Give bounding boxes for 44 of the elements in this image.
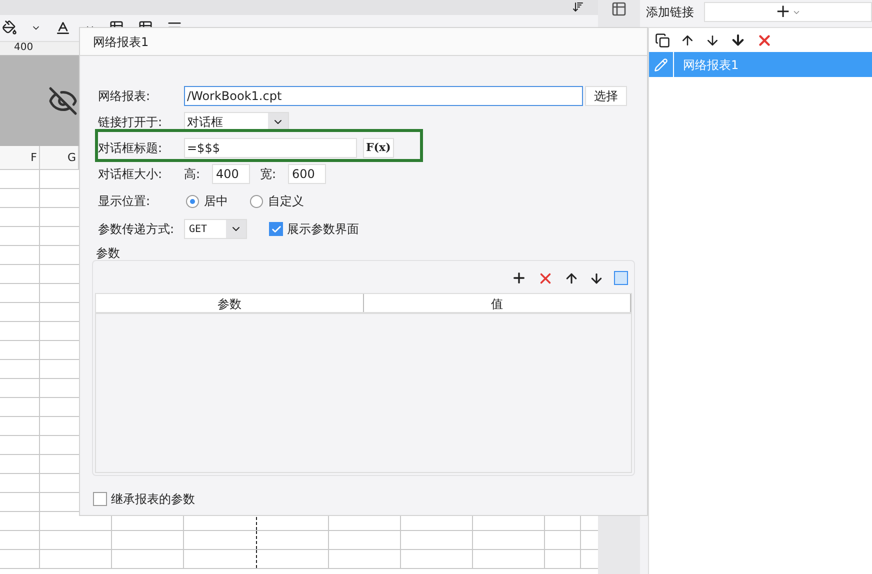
- field-label: 宽:: [260, 166, 278, 183]
- field-label: 显示位置:: [98, 193, 152, 210]
- move-up-icon[interactable]: [680, 32, 695, 48]
- column-header: 值: [364, 294, 631, 312]
- height-field[interactable]: 400: [212, 164, 250, 184]
- hidden-eye-icon: [48, 86, 78, 116]
- add-icon[interactable]: [511, 270, 527, 286]
- move-up-icon[interactable]: [564, 270, 579, 286]
- width-field[interactable]: 600: [288, 164, 326, 184]
- field-label: 高:: [184, 166, 202, 183]
- edit-icon: [654, 58, 668, 72]
- select-button[interactable]: 选择: [585, 86, 627, 106]
- check-icon: [270, 224, 282, 234]
- column-header: 参数: [96, 294, 364, 312]
- sort-icon[interactable]: [572, 1, 584, 13]
- move-down-icon[interactable]: [705, 32, 720, 48]
- radio-button[interactable]: [250, 194, 263, 208]
- field-label: 链接打开于:: [98, 114, 164, 131]
- field-label: 参数传递方式:: [98, 221, 176, 238]
- checkbox-label: 展示参数界面: [287, 221, 359, 238]
- checkbox[interactable]: [93, 492, 107, 506]
- font-color-icon[interactable]: [55, 20, 71, 36]
- column-header[interactable]: F: [0, 146, 40, 169]
- grid-icon[interactable]: [611, 1, 627, 17]
- field-label: 对话框标题:: [98, 140, 164, 157]
- radio-label: 居中: [204, 193, 228, 210]
- method-dropdown[interactable]: GET: [184, 219, 247, 239]
- dialog-title: 网络报表1: [80, 28, 647, 56]
- radio-label: 自定义: [268, 193, 304, 210]
- checkbox[interactable]: [269, 222, 283, 236]
- radio-button[interactable]: [186, 194, 199, 208]
- ruler-label: 400: [14, 42, 34, 53]
- report-path-field[interactable]: /WorkBook1.cpt: [184, 86, 583, 106]
- checkbox-label: 继承报表的参数: [111, 491, 195, 508]
- formula-button[interactable]: F(x): [363, 138, 394, 158]
- add-link-dropdown[interactable]: +: [704, 2, 872, 22]
- panel-title: 添加链接: [646, 4, 694, 21]
- field-label: 对话框大小:: [98, 166, 164, 183]
- dialog-title-field[interactable]: =$$$: [184, 138, 357, 158]
- copy-icon[interactable]: [655, 32, 670, 48]
- field-label: 网络报表:: [98, 88, 152, 105]
- group-title: 参数: [96, 245, 121, 260]
- fill-color-icon[interactable]: [2, 20, 17, 35]
- move-down-icon[interactable]: [589, 270, 604, 286]
